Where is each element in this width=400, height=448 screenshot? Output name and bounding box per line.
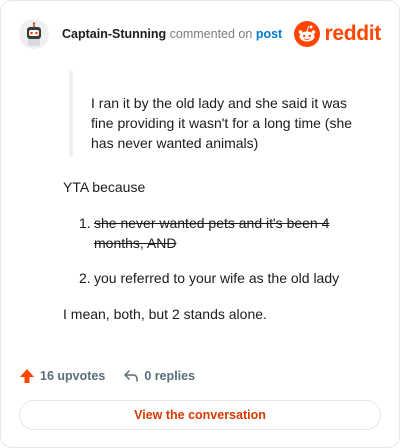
view-conversation-button[interactable]: View the conversation bbox=[19, 400, 381, 430]
reply-arrow-icon bbox=[124, 370, 139, 382]
reply-action[interactable]: 0 replies bbox=[123, 368, 195, 384]
action-text: commented on bbox=[169, 27, 253, 41]
post-link[interactable]: post bbox=[256, 27, 282, 41]
quote-bar bbox=[69, 71, 73, 157]
reddit-logo[interactable]: reddit bbox=[294, 20, 381, 48]
upvote-count: 16 upvotes bbox=[40, 369, 106, 383]
upvote-action[interactable]: 16 upvotes bbox=[19, 368, 105, 384]
quoted-text: I ran it by the old lady and she said it… bbox=[91, 95, 353, 151]
brand-wordmark: reddit bbox=[324, 22, 381, 45]
upvote-arrow-icon bbox=[20, 369, 34, 383]
list-item-number: 1. bbox=[79, 215, 91, 231]
comment-closing: I mean, both, but 2 stands alone. bbox=[63, 306, 267, 322]
list-item: you referred to your wife as the old lad… bbox=[94, 270, 340, 286]
comment-attribution: Captain-Stunning commented on post bbox=[62, 27, 282, 41]
list-item-struck: she never wanted pets and it's been 4 mo… bbox=[94, 215, 330, 251]
comment-actions: 16 upvotes 0 replies bbox=[19, 366, 195, 386]
comment-header: Captain-Stunning commented on post reddi… bbox=[19, 19, 383, 49]
comment-embed-card: Captain-Stunning commented on post reddi… bbox=[0, 0, 400, 448]
comment-verdict: YTA because bbox=[63, 179, 146, 195]
list-item-number: 2. bbox=[79, 270, 91, 286]
author-name[interactable]: Captain-Stunning bbox=[62, 27, 166, 41]
reply-count: 0 replies bbox=[144, 369, 196, 383]
avatar[interactable] bbox=[19, 19, 49, 49]
robot-avatar-icon bbox=[19, 19, 49, 49]
reddit-snoo-icon bbox=[294, 21, 321, 47]
